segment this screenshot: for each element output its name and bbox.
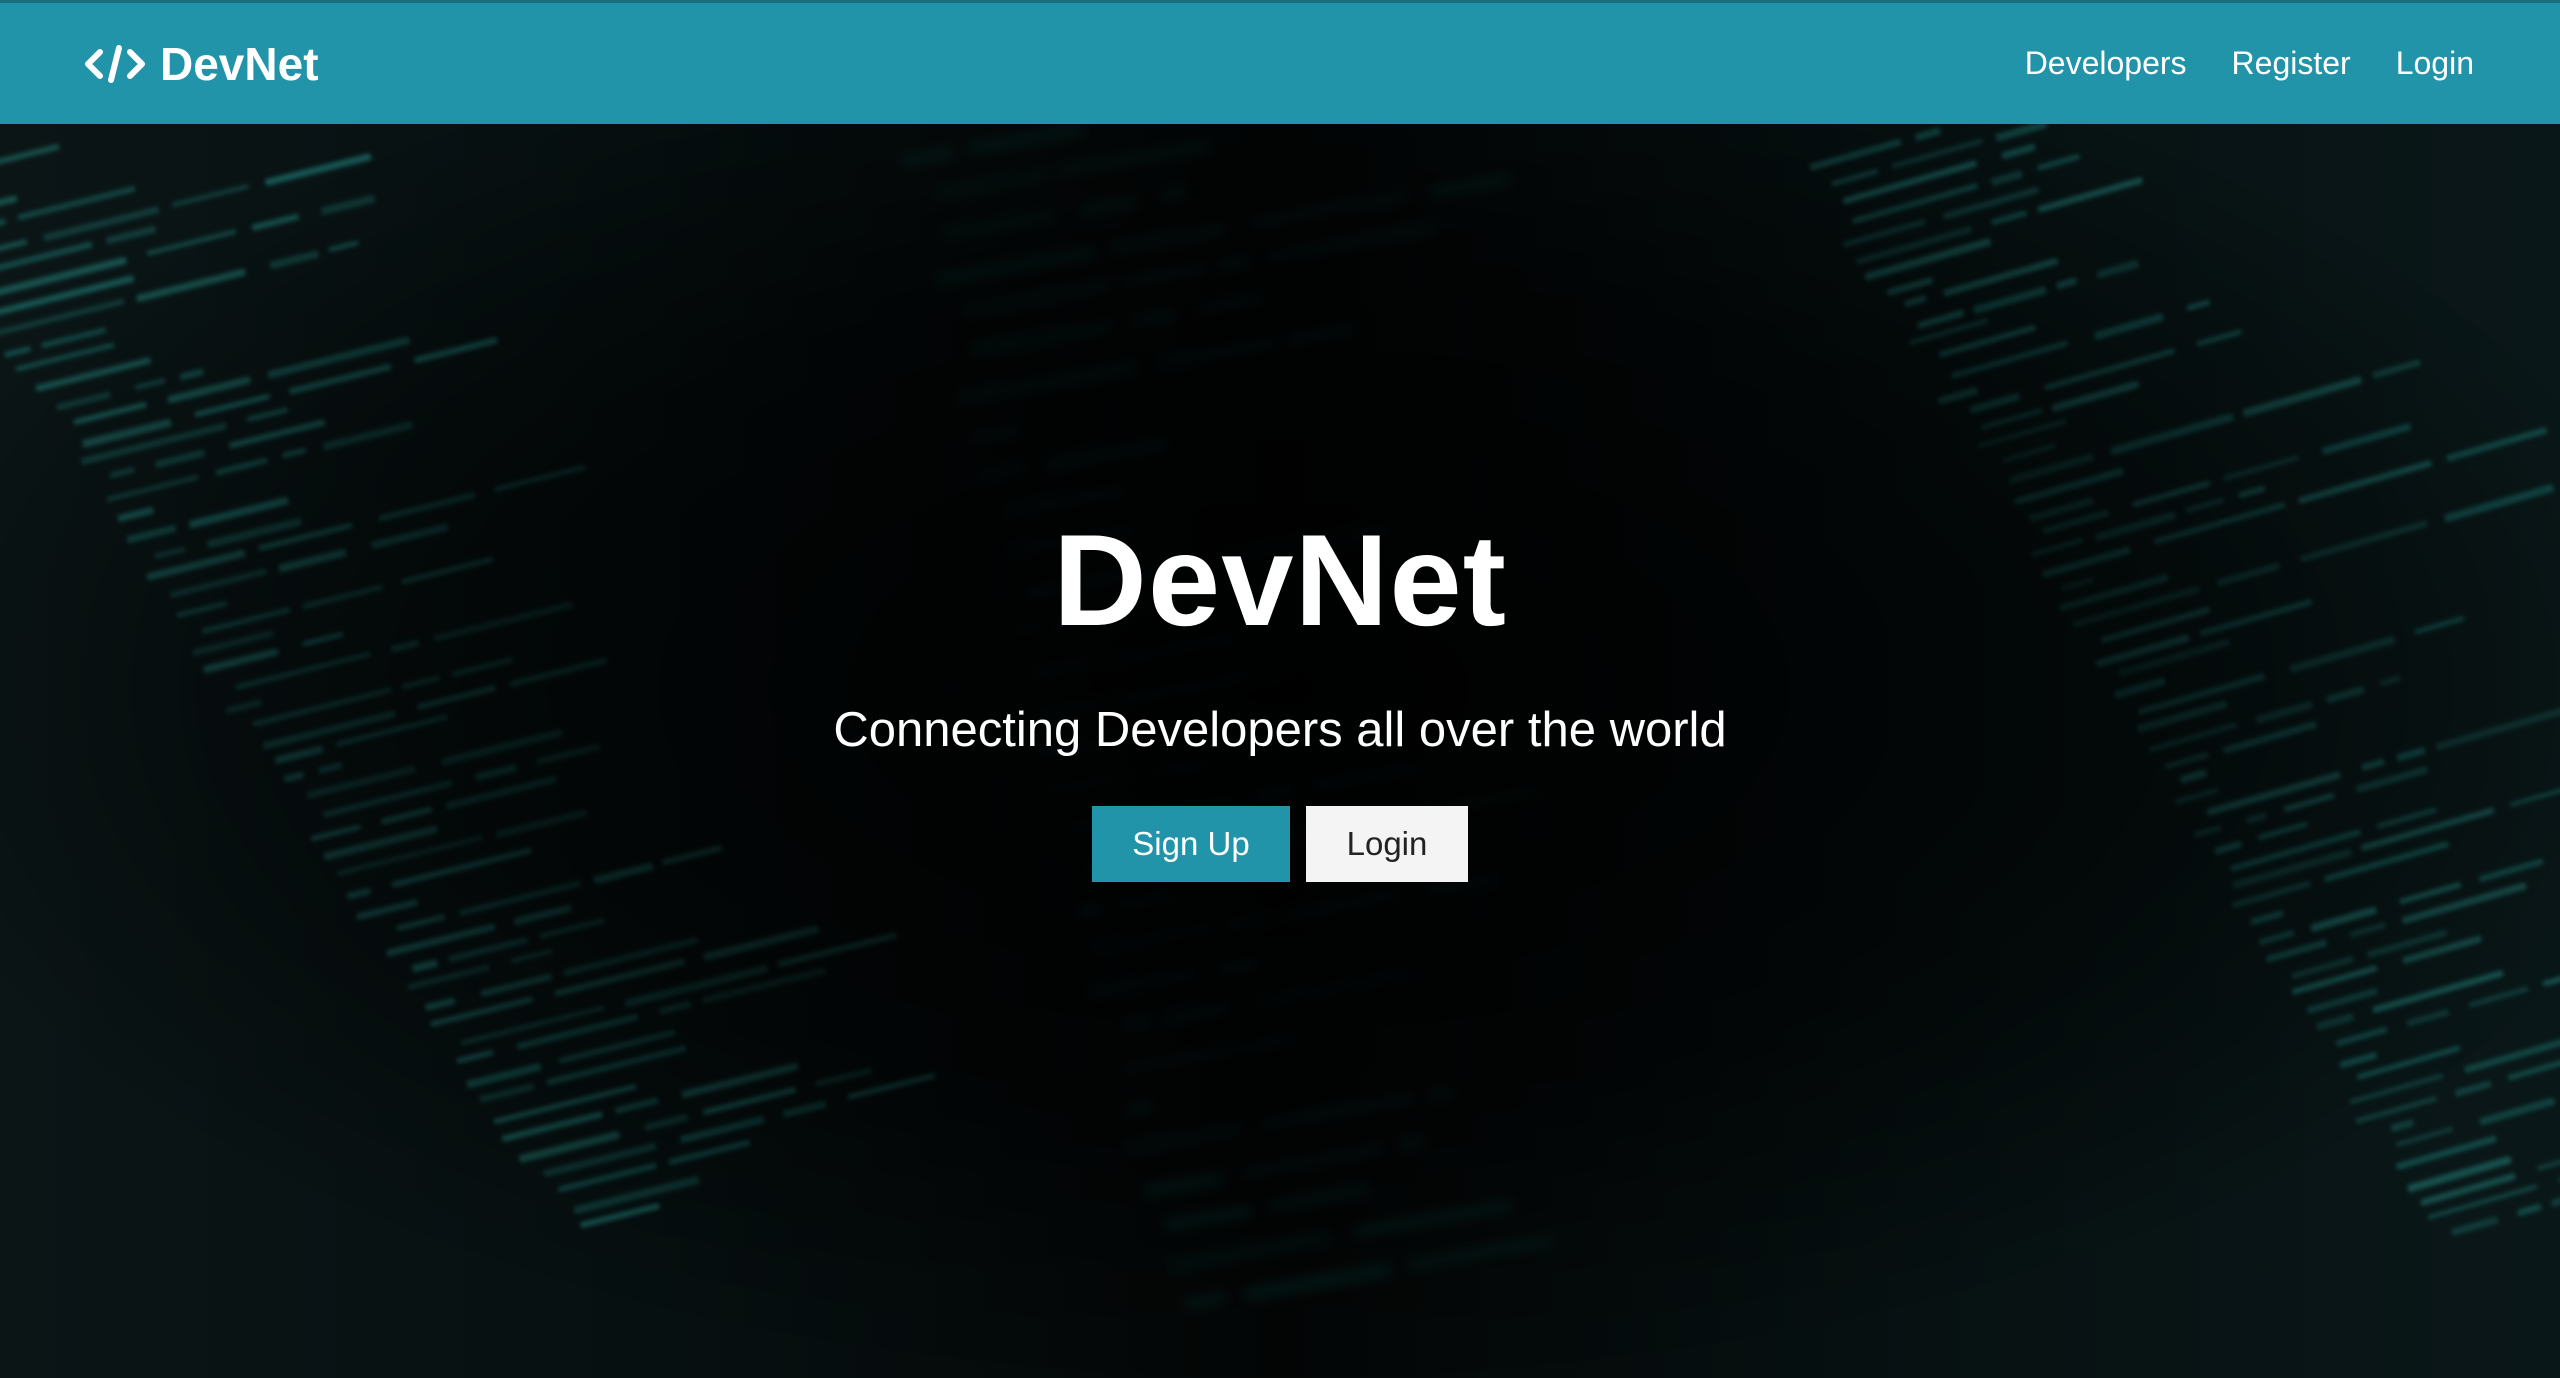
login-button[interactable]: Login bbox=[1306, 806, 1468, 882]
hero-buttons: Sign Up Login bbox=[0, 806, 2560, 882]
navbar: DevNet Developers Register Login bbox=[0, 0, 2560, 124]
hero-title: DevNet bbox=[1053, 507, 1507, 653]
brand-link[interactable]: DevNet bbox=[84, 37, 319, 91]
nav-link-developers[interactable]: Developers bbox=[2025, 45, 2187, 82]
landing-page: DevNet Developers Register Login DevNet … bbox=[0, 0, 2560, 1378]
nav-link-login[interactable]: Login bbox=[2396, 45, 2474, 82]
brand-name: DevNet bbox=[160, 37, 319, 90]
code-icon bbox=[84, 42, 146, 86]
nav-link-register[interactable]: Register bbox=[2232, 45, 2351, 82]
nav-links: Developers Register Login bbox=[2025, 45, 2474, 82]
hero: DevNet Connecting Developers all over th… bbox=[0, 500, 2560, 882]
sign-up-button[interactable]: Sign Up bbox=[1092, 806, 1290, 882]
hero-subtitle: Connecting Developers all over the world bbox=[833, 703, 1727, 757]
